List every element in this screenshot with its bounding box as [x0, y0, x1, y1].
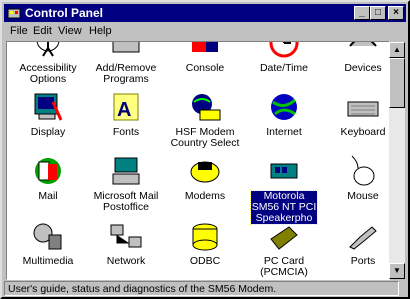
item-label: Devices: [344, 62, 382, 74]
scroll-thumb[interactable]: [389, 58, 405, 108]
control-panel-item[interactable]: Add/Remove Programs: [84, 42, 168, 85]
item-label: Keyboard: [340, 126, 386, 138]
item-label: Modems: [184, 190, 226, 202]
multimedia-icon: [31, 219, 65, 253]
control-panel-item[interactable]: Microsoft Mail Postoffice: [84, 154, 168, 213]
scroll-up-button[interactable]: ▲: [389, 42, 405, 58]
control-panel-item[interactable]: A Fonts: [84, 90, 168, 138]
control-panel-item[interactable]: Accessibility Options: [7, 42, 90, 85]
control-panel-item[interactable]: Display: [7, 90, 90, 138]
motorola-modem-icon: [267, 154, 301, 188]
control-panel-item[interactable]: Keyboard: [321, 90, 389, 138]
control-panel-window: Control Panel _ □ × File Edit View Help …: [0, 0, 410, 299]
item-label: HSF Modem Country Select: [170, 126, 240, 149]
mail-postoffice-icon: [109, 154, 143, 188]
odbc-icon: [188, 219, 222, 253]
item-label: Console: [185, 62, 225, 74]
menu-file[interactable]: File: [10, 25, 28, 37]
item-label: Date/Time: [259, 62, 309, 74]
menu-view[interactable]: View: [58, 25, 82, 37]
scroll-down-button[interactable]: ▼: [389, 263, 405, 279]
item-label: ODBC: [189, 255, 221, 267]
keyboard-icon: [346, 90, 380, 124]
fonts-icon: A: [109, 90, 143, 124]
item-label: Internet: [266, 126, 302, 138]
item-label: Fonts: [112, 126, 140, 138]
item-label: Display: [30, 126, 66, 138]
item-label: Network: [106, 255, 146, 267]
control-panel-item[interactable]: Mail: [7, 154, 90, 202]
console-icon: [188, 42, 222, 60]
hsf-modem-icon: [188, 90, 222, 124]
add-remove-programs-icon: [109, 42, 143, 60]
control-panel-item[interactable]: HSF Modem Country Select: [163, 90, 247, 149]
date-time-icon: [267, 42, 301, 60]
network-icon: [109, 219, 143, 253]
close-button[interactable]: ×: [388, 6, 404, 20]
menu-bar: File Edit View Help: [4, 22, 406, 40]
item-label: Accessibility Options: [19, 62, 77, 85]
status-text: User's guide, status and diagnostics of …: [4, 281, 399, 296]
control-panel-item[interactable]: Devices: [321, 42, 389, 74]
item-label: Multimedia: [22, 255, 74, 267]
accessibility-icon: [31, 42, 65, 60]
internet-icon: [267, 90, 301, 124]
control-panel-item[interactable]: Motorola SM56 NT PCI Speakerpho: [242, 154, 326, 225]
item-label: Mail: [38, 190, 58, 202]
minimize-button[interactable]: _: [354, 6, 370, 20]
item-label: Ports: [350, 255, 376, 267]
item-label: Microsoft Mail Postoffice: [93, 190, 159, 213]
mouse-icon: [346, 154, 380, 188]
item-label: Mouse: [347, 190, 379, 202]
control-panel-item[interactable]: Internet: [242, 90, 326, 138]
devices-icon: [346, 42, 380, 60]
control-panel-item[interactable]: Network: [84, 219, 168, 267]
svg-text:A: A: [117, 99, 131, 121]
control-panel-icon-view: Accessibility Options Add/Remove Programs Co…: [6, 41, 390, 280]
control-panel-item[interactable]: Ports: [321, 219, 389, 267]
control-panel-item[interactable]: PC Card (PCMCIA): [242, 219, 326, 278]
ports-icon: [346, 219, 380, 253]
mail-icon: [31, 154, 65, 188]
display-icon: [31, 90, 65, 124]
item-label: PC Card (PCMCIA): [260, 255, 308, 278]
control-panel-item[interactable]: Console: [163, 42, 247, 74]
control-panel-item[interactable]: Multimedia: [7, 219, 90, 267]
control-panel-item[interactable]: ODBC: [163, 219, 247, 267]
item-label: Add/Remove Programs: [95, 62, 157, 85]
maximize-button[interactable]: □: [370, 6, 386, 20]
menu-help[interactable]: Help: [89, 25, 112, 37]
window-title: Control Panel: [25, 6, 104, 20]
control-panel-item[interactable]: Modems: [163, 154, 247, 202]
control-panel-item[interactable]: Mouse: [321, 154, 389, 202]
status-bar: User's guide, status and diagnostics of …: [4, 281, 406, 297]
modems-icon: [188, 154, 222, 188]
pc-card-icon: [267, 219, 301, 253]
control-panel-icon: [7, 8, 21, 19]
vertical-scrollbar[interactable]: ▲ ▼: [389, 42, 405, 279]
title-bar[interactable]: Control Panel _ □ ×: [4, 4, 406, 22]
control-panel-item[interactable]: Date/Time: [242, 42, 326, 74]
menu-edit[interactable]: Edit: [33, 25, 52, 37]
